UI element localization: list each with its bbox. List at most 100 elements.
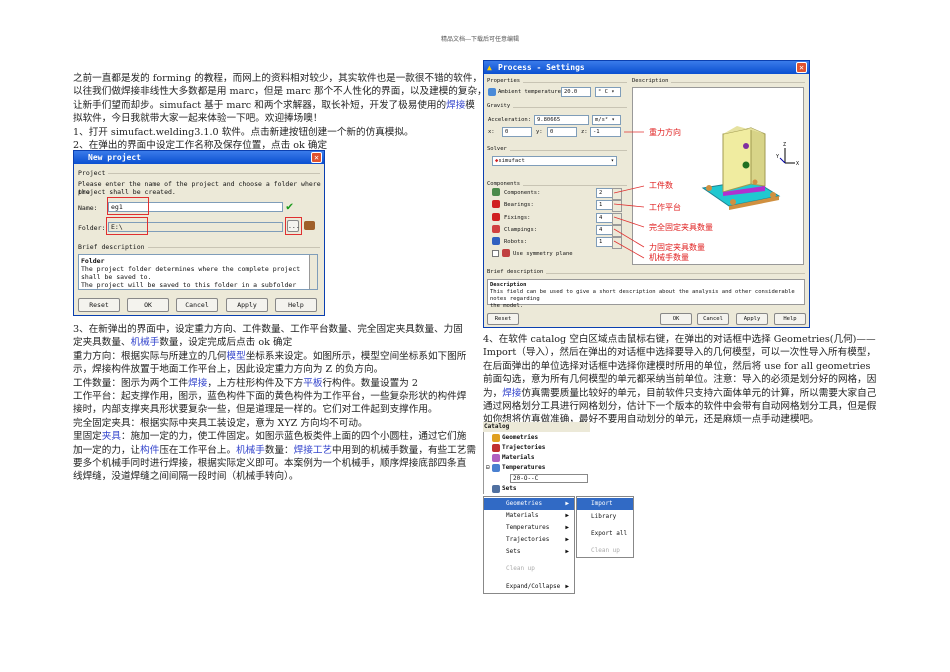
tree-label: Temperatures (502, 464, 546, 471)
text-line: 在后面弹出的单位选择对话框中选择你建模时所用的单位，然后将 use for al… (483, 360, 871, 372)
tree-item-sets[interactable]: Sets (492, 485, 517, 493)
annotation-components: 工件数 (649, 181, 673, 190)
apply-button[interactable]: Apply (226, 298, 268, 312)
collapse-toggle[interactable]: ⊟ (486, 464, 490, 471)
link-robot[interactable]: 机械手 (236, 445, 265, 456)
catalog-title: Catalog (483, 422, 590, 432)
step-1: 1、打开 simufact.welding3.1.0 软件。点击新建按钮创建一个… (73, 126, 414, 138)
tree-item-geometries[interactable]: Geometries (492, 434, 539, 442)
catalog-panel: Catalog Geometries Trajectories Material… (483, 422, 634, 594)
text: 中用到的机械手数量，有些工艺需 (332, 444, 476, 456)
intro-line-tail: 模 (465, 99, 475, 111)
text: ，上方柱形构件及下方 (207, 377, 304, 389)
close-button[interactable]: ✕ (311, 152, 322, 163)
folder-label: Folder: (78, 224, 106, 232)
menu-item-clean-up: Clean up (577, 545, 633, 557)
menu-label: Temperatures (506, 524, 550, 531)
text-line: 示，焊接构件放置于地面工作平台上，因此设定重力方向为 Z 的负方向。 (73, 364, 384, 376)
text: 行构件。数量设置为 2 (322, 377, 418, 389)
menu-item-materials[interactable]: Materials ▶ (484, 510, 574, 522)
text-line: 要多个机械手同时进行焊接，根据实际定义即可。本案例为一个机械手，顺序焊接底部四条… (73, 458, 467, 470)
folder-icon[interactable] (304, 221, 315, 230)
cancel-button[interactable]: Cancel (176, 298, 218, 312)
annotation-fixings: 完全固定夹具数量 (649, 223, 713, 232)
menu-label: Geometries (506, 500, 543, 507)
brief-label: Brief description (78, 243, 148, 251)
link-model[interactable]: 模型 (227, 351, 246, 362)
menu-item-clean-up: Clean up (484, 563, 574, 575)
menu-label: Materials (506, 512, 539, 519)
link-welding[interactable]: 焊接 (188, 378, 207, 389)
text-line: 前面勾选，意为所有几何模型的单元都采纳当前单位。注意：导入的必须是划分好的网格，… (483, 374, 877, 386)
annotation-robots: 机械手数量 (649, 253, 689, 262)
menu-label: Clean up (591, 547, 620, 554)
annotation-gravity: 重力方向 (649, 128, 681, 137)
annotation-lines (613, 131, 645, 259)
catalog-tree: Geometries Trajectories Materials Temper… (483, 432, 590, 494)
text: 数量，设定完成后点击 ok 确定 (159, 337, 293, 349)
text: 工件数量：图示为两个工件 (73, 377, 189, 389)
ok-button[interactable]: OK (127, 298, 169, 312)
tree-item-temperatures[interactable]: Temperatures (492, 464, 546, 472)
text-line: 线焊缝，没道焊缝之间间隔一段时间（机械手转向）。 (73, 471, 299, 483)
text: ：施加一定的力，使工件固定。如图示蓝色板类件上面的四个小圆柱，通过它们施 (120, 431, 467, 443)
help-button[interactable]: Help (275, 298, 317, 312)
menu-label: Sets (506, 548, 521, 555)
geometries-submenu: Import Library Export all Clean up (576, 496, 634, 558)
text-line: 完全固定夹具：根据实际中夹具工装设定，意为 XYZ 方向均不可动。 (73, 417, 368, 429)
brief-description-box[interactable]: Folder The project folder determines whe… (78, 254, 318, 290)
text-line: 4、在软件 catalog 空白区域点击鼠标右键，在弹出的对话框中选择 Geom… (483, 334, 876, 345)
link-fixture[interactable]: 夹具 (102, 431, 121, 442)
text-line: Import（导入），然后在弹出的对话框中选择要导入的几何模型，可以一次性导入所… (483, 347, 877, 359)
menu-item-export-all[interactable]: Export all (577, 528, 633, 540)
link-welding[interactable]: 焊接 (446, 100, 465, 111)
step-3-text: 3、在新弹出的界面中，设定重力方向、工件数量、工作平台数量、完全固定夹具数量、力… (73, 323, 476, 484)
tree-label: 20-O--C (513, 475, 539, 482)
tree-label: Trajectories (502, 444, 546, 451)
reset-button[interactable]: Reset (78, 298, 120, 312)
menu-item-geometries[interactable]: Geometries ▶ (484, 498, 574, 510)
menu-item-temperatures[interactable]: Temperatures ▶ (484, 522, 574, 534)
menu-label: Trajectories (506, 536, 550, 543)
page-header: 精品文档---下载后可任意编辑 (440, 36, 520, 43)
text: 为， (483, 387, 503, 399)
link-welding-process[interactable]: 焊接工艺 (294, 445, 332, 456)
menu-item-library[interactable]: Library (577, 511, 633, 523)
menu-label: Expand/Collapse (506, 583, 561, 590)
new-project-dialog: New project ✕ Project Please enter the n… (73, 150, 325, 316)
tree-label: Materials (502, 454, 535, 461)
menu-label: Export all (591, 530, 628, 537)
link-component[interactable]: 构件 (140, 445, 159, 456)
desc-line: shall be saved to. (81, 273, 152, 281)
dialog-title: New project (74, 151, 324, 164)
menu-item-trajectories[interactable]: Trajectories ▶ (484, 534, 574, 546)
text-line: 接时，内部支撑夹具形状要复杂一些，但是道理是一样的。它们对工件起到支撑作用。 (73, 404, 438, 416)
tree-item-temperature-20[interactable]: 20-O--C (510, 474, 588, 483)
menu-label: Library (591, 513, 617, 520)
text-line: 通过网格划分工具进行网格划分，估计下一个版本的软件中会带有自动网格划分工具，但是… (483, 401, 877, 413)
menu-item-import[interactable]: Import (577, 498, 633, 510)
annotation-platform: 工作平台 (649, 203, 681, 212)
text-line: 工作平台：起支撑作用，图示，蓝色构件下面的黄色构件为工作平台，一些复杂形状的构件… (73, 391, 467, 403)
text: 坐标系来设定。如图所示，模型空间坐标系如下图所 (245, 350, 467, 362)
check-icon[interactable]: ✔ (286, 199, 293, 213)
step-4-text: 4、在软件 catalog 空白区域点击鼠标右键，在弹出的对话框中选择 Geom… (483, 333, 876, 427)
desc-line: The project will be saved to this folder… (81, 281, 297, 289)
link-robot[interactable]: 机械手 (131, 337, 160, 348)
tree-item-trajectories[interactable]: Trajectories (492, 444, 546, 452)
group-project: Project (78, 169, 109, 177)
intro-line: 之前一直都是发的 forming 的教程，而网上的资料相对较少，其实软件也是一款… (73, 73, 483, 84)
text: 里固定 (73, 431, 102, 443)
name-label: Name: (78, 204, 98, 212)
text: 压在工作平台上。 (159, 444, 237, 456)
tree-label: Geometries (502, 434, 539, 441)
scrollbar[interactable] (309, 255, 317, 289)
tree-label: Sets (502, 485, 517, 492)
menu-item-sets[interactable]: Sets ▶ (484, 546, 574, 558)
instruction: project shall be created. (78, 188, 176, 196)
intro-line: 拟软件，今日我就带大家一起来体验一下吧。欢迎捧场噢！ (73, 113, 323, 125)
link-welding[interactable]: 焊接 (502, 388, 521, 399)
link-plate[interactable]: 平板 (303, 378, 322, 389)
menu-item-expand-collapse[interactable]: Expand/Collapse ▶ (484, 581, 574, 593)
tree-item-materials[interactable]: Materials (492, 454, 535, 462)
